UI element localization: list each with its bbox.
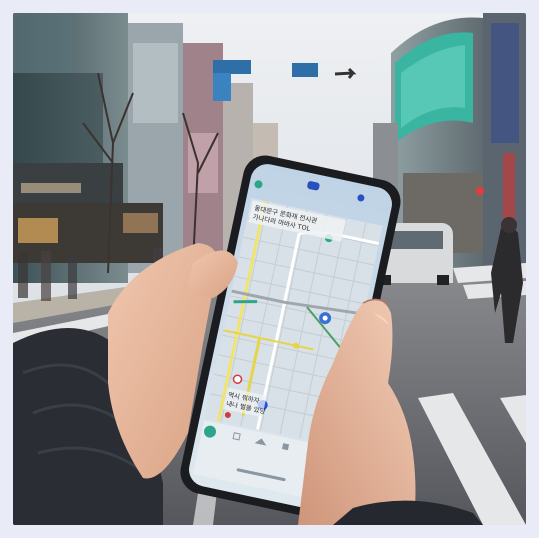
lock-icon[interactable] (281, 443, 290, 451)
street-photo: 동대문구 문화재 전시관 가나다라 마바사 TOL 역시 뭐하자 내나 벌을 있… (13, 13, 526, 525)
photo-frame: 동대문구 문화재 전시관 가나다라 마바사 TOL 역시 뭐하자 내나 벌을 있… (13, 13, 526, 525)
map-pin-icon (232, 374, 243, 384)
